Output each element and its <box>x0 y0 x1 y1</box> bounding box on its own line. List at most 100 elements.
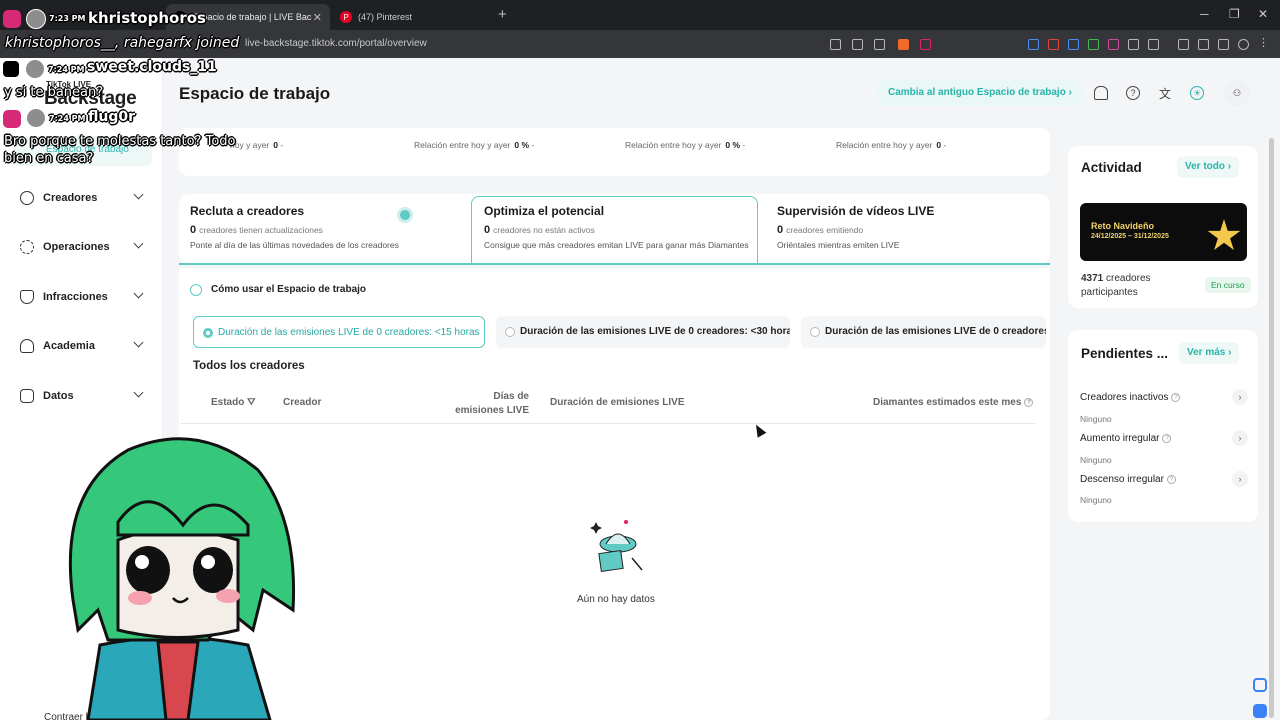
pending-item-decrease[interactable]: Descenso irregular? <box>1080 474 1176 485</box>
help-icon[interactable]: ? <box>1166 475 1176 484</box>
avatar[interactable]: ⚇ <box>1224 80 1250 106</box>
chevron-right-icon[interactable]: › <box>1232 471 1248 487</box>
new-tab-icon[interactable]: + <box>498 6 507 23</box>
sidebar-item-infractions[interactable]: Infracciones <box>20 287 150 307</box>
old-workspace-label: Cambia al antiguo Espacio de trabajo <box>888 87 1066 98</box>
overlay-username: flug0r <box>88 109 136 125</box>
stat-item: Relación entre hoy y ayer 0 % - <box>625 140 746 150</box>
extension-audio-icon[interactable] <box>1068 39 1079 50</box>
help-icon[interactable]: ? <box>1126 86 1140 100</box>
extensions-icon[interactable] <box>1128 39 1139 50</box>
overlay-message: Bro porque te molestas tanto? Todo <box>4 134 236 149</box>
tab-pinterest[interactable]: P (47) Pinterest <box>332 4 492 30</box>
chevron-right-icon[interactable]: › <box>1232 430 1248 446</box>
overlay-time: 7:23 PM <box>49 14 86 23</box>
sidebar-item-label: Academia <box>43 340 95 352</box>
overlay-time: 7:24 PM <box>49 114 86 123</box>
tab-optimize[interactable]: Optimiza el potencial 0 creadores no está… <box>484 196 754 264</box>
filter-icon[interactable]: ⛛ <box>247 397 255 408</box>
theme-icon[interactable]: ☀ <box>1190 86 1204 100</box>
sidebar-item-label: Datos <box>43 390 74 402</box>
pinterest-favicon-icon: P <box>340 11 352 23</box>
pending-item-increase[interactable]: Aumento irregular? <box>1080 433 1172 444</box>
avatar <box>26 108 46 128</box>
support-icon[interactable] <box>1253 678 1267 692</box>
sidebar-item-academy[interactable]: Academia <box>20 336 150 356</box>
chevron-down-icon <box>133 337 144 348</box>
howto-link[interactable]: Cómo usar el Espacio de trabajo <box>189 284 366 296</box>
screenshot-icon[interactable] <box>1148 39 1159 50</box>
chevron-down-icon <box>133 288 144 299</box>
users-icon <box>20 191 34 205</box>
scrollbar[interactable] <box>1269 138 1274 718</box>
col-estado[interactable]: Estado ⛛ <box>211 397 256 408</box>
language-icon[interactable]: 文 <box>1158 86 1172 101</box>
brave-shield-icon[interactable] <box>898 39 909 50</box>
help-icon[interactable]: ? <box>1162 434 1172 443</box>
chart-icon <box>20 389 34 403</box>
filter-pill-more[interactable]: Duración de las emisiones LIVE de 0 crea… <box>801 316 1046 348</box>
reader-icon[interactable] <box>830 39 841 50</box>
tab-title: Recluta a creadores <box>190 204 305 218</box>
leo-ai-icon[interactable] <box>1218 39 1229 50</box>
sidebar-item-data[interactable]: Datos <box>20 386 150 406</box>
col-dias[interactable]: Días de emisiones LIVE <box>450 390 529 418</box>
stat-item: hoy y ayer 0 - <box>230 140 284 150</box>
sidebar-toggle-icon[interactable] <box>1178 39 1189 50</box>
old-workspace-button[interactable]: Cambia al antiguo Espacio de trabajo › <box>878 80 1082 106</box>
chevron-right-icon: › <box>1068 87 1072 98</box>
avatar <box>26 9 46 29</box>
tab-supervision[interactable]: Supervisión de vídeos LIVE 0 creadores em… <box>777 196 1047 264</box>
wallet-icon[interactable] <box>1198 39 1209 50</box>
extension-green-icon[interactable] <box>1088 39 1099 50</box>
feedback-icon[interactable] <box>1253 704 1267 718</box>
gear-icon <box>20 240 34 254</box>
cast-icon[interactable] <box>852 39 863 50</box>
instagram-icon <box>3 110 21 128</box>
empty-state-illustration <box>590 520 643 573</box>
col-duracion[interactable]: Duración de emisiones LIVE <box>550 397 684 408</box>
brave-rewards-icon[interactable] <box>920 39 931 50</box>
overlay-username: sweet.clouds_11 <box>87 59 217 75</box>
maximize-icon[interactable]: ❐ <box>1229 7 1240 21</box>
sidebar-item-creators[interactable]: Creadores <box>20 188 150 208</box>
share-icon[interactable] <box>874 39 885 50</box>
stat-item: Relación entre hoy y ayer 0 % - <box>414 140 535 150</box>
pending-value: Ninguno <box>1080 414 1112 424</box>
overlay-message: y si te banean? <box>4 85 104 100</box>
table-header-divider <box>181 423 1036 424</box>
overlay-username: khristophoros <box>88 9 206 27</box>
view-all-button[interactable]: Ver todo › <box>1177 156 1240 178</box>
help-icon[interactable]: ? <box>1171 393 1181 402</box>
url-field[interactable]: live-backstage.tiktok.com/portal/overvie… <box>245 38 427 49</box>
status-badge: En curso <box>1205 277 1251 293</box>
overlay-joined: khristophoros__, rahegarfx joined <box>5 35 240 51</box>
tab-title: Optimiza el potencial <box>484 204 605 218</box>
star-icon <box>1207 219 1241 250</box>
extension-pink-icon[interactable] <box>1108 39 1119 50</box>
filter-pill-15h[interactable]: Duración de las emisiones LIVE de 0 crea… <box>193 316 485 348</box>
table-title: Todos los creadores <box>193 360 305 372</box>
tab-recruit[interactable]: Recluta a creadores 0 creadores tienen ac… <box>190 196 460 264</box>
bell-icon[interactable] <box>1094 86 1108 100</box>
close-window-icon[interactable]: ✕ <box>1258 7 1268 21</box>
pending-title: Pendientes ... <box>1081 346 1169 361</box>
sidebar-item-operations[interactable]: Operaciones <box>20 237 150 257</box>
chevron-down-icon <box>133 238 144 249</box>
instagram-icon <box>3 10 21 28</box>
translate-icon[interactable] <box>1028 39 1039 50</box>
close-tab-icon[interactable]: ✕ <box>313 11 322 24</box>
chevron-down-icon <box>133 189 144 200</box>
extension-red-icon[interactable] <box>1048 39 1059 50</box>
help-icon[interactable]: ? <box>1024 398 1034 407</box>
minimize-icon[interactable]: ─ <box>1200 7 1209 21</box>
menu-icon[interactable]: ⋮ <box>1258 38 1269 50</box>
chevron-right-icon[interactable]: › <box>1232 389 1248 405</box>
event-banner[interactable]: Reto Navideño 24/12/2025 – 31/12/2025 <box>1080 203 1247 261</box>
vpn-icon[interactable] <box>1238 39 1249 50</box>
pending-item-inactive[interactable]: Creadores inactivos? <box>1080 392 1181 403</box>
view-more-button[interactable]: Ver más › <box>1179 342 1240 364</box>
filter-pill-30h[interactable]: Duración de las emisiones LIVE de 0 crea… <box>496 316 790 348</box>
sidebar-item-label: Creadores <box>43 192 98 204</box>
col-diamantes[interactable]: Diamantes estimados este mes? <box>873 397 1034 408</box>
